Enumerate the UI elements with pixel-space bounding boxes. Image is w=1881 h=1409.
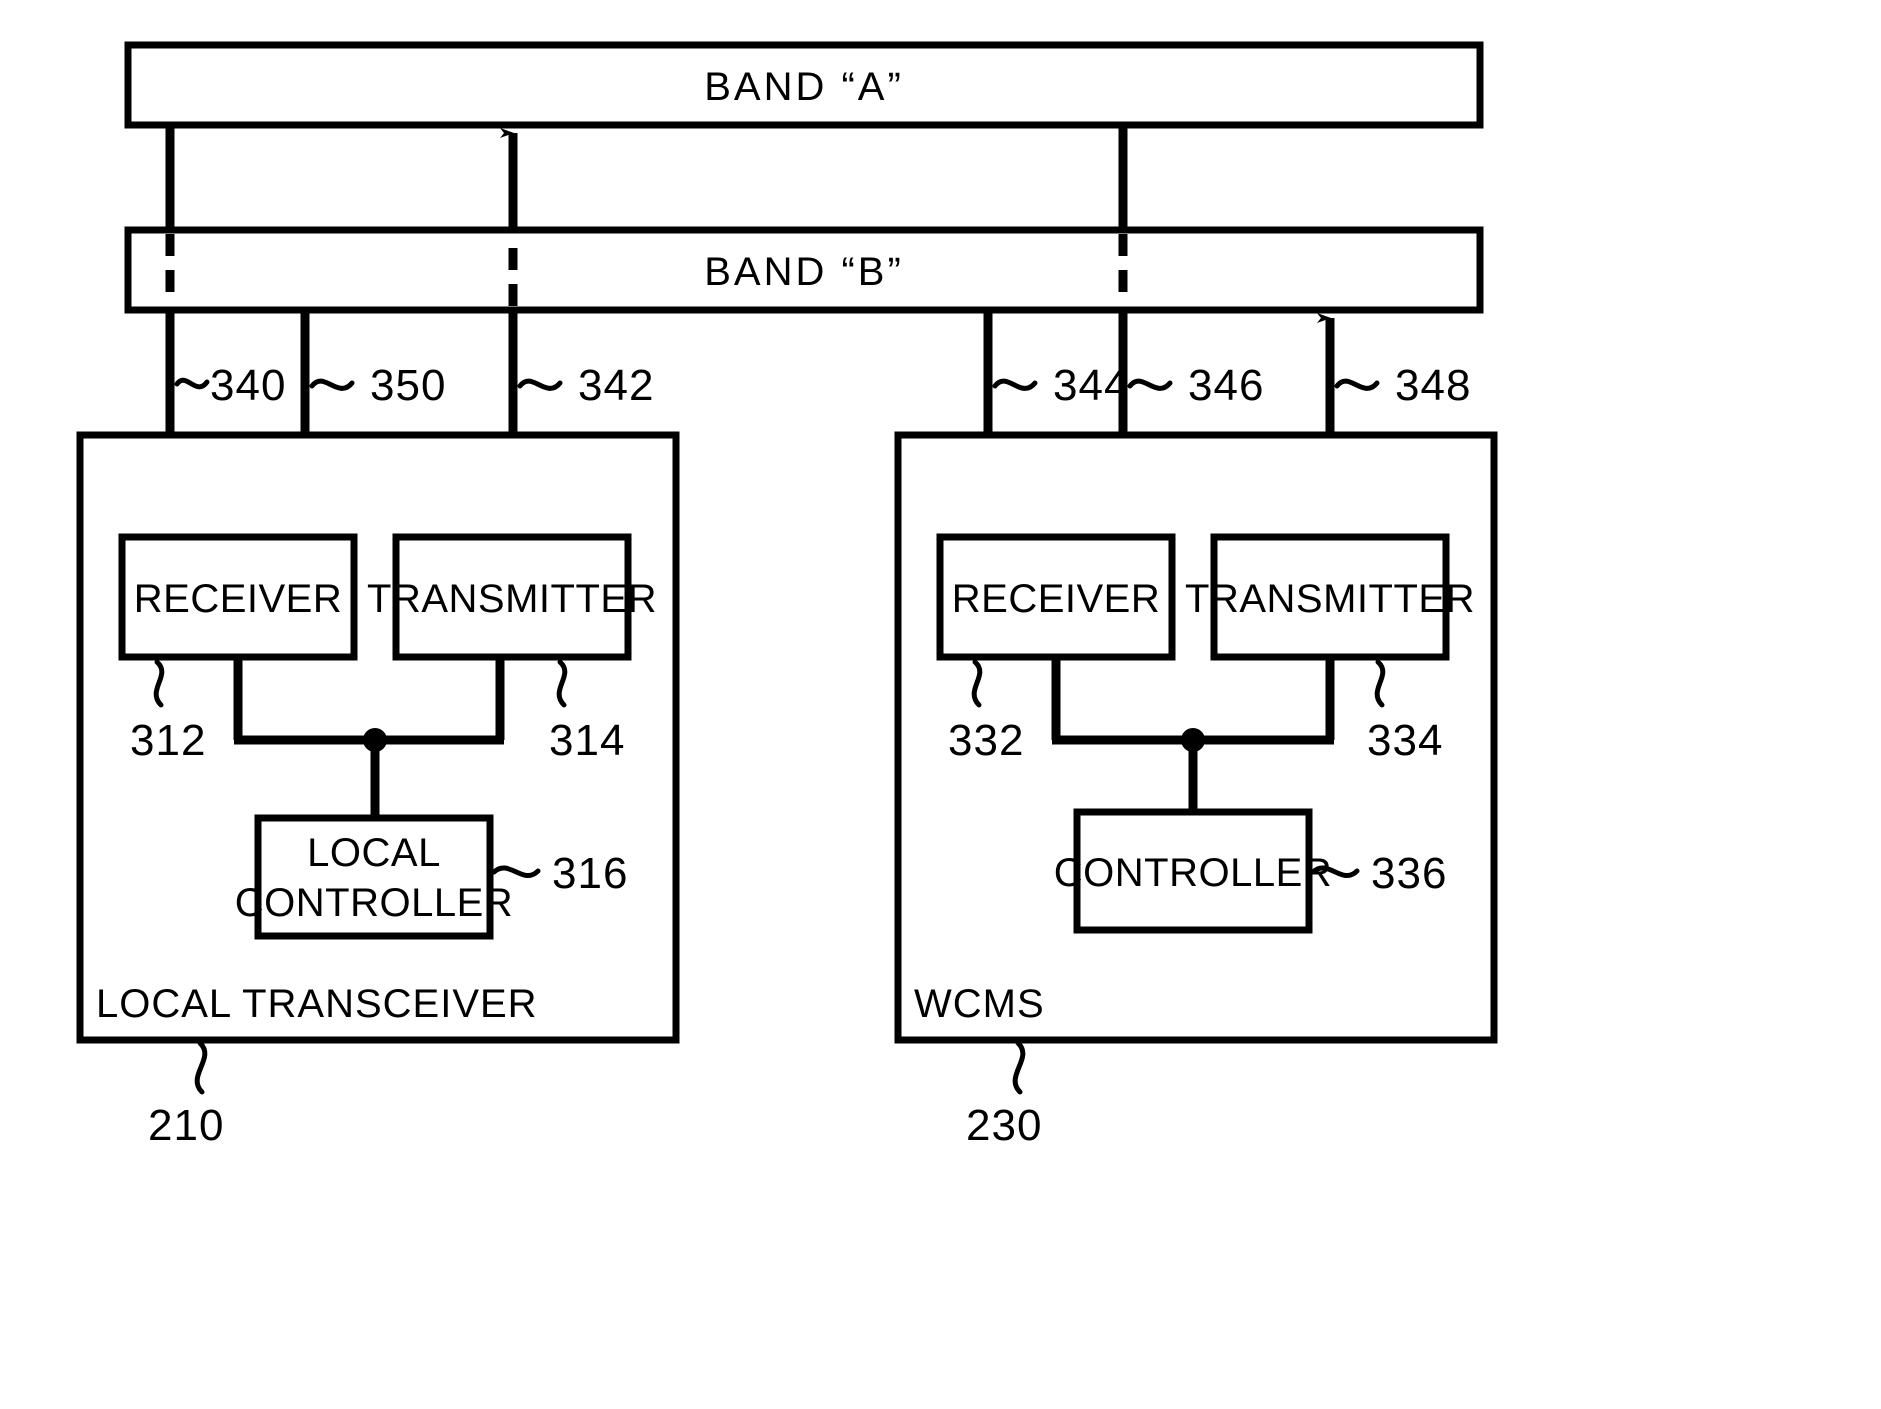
band-b-bar: BAND “B” xyxy=(124,226,1484,314)
ref-346: 346 xyxy=(1188,361,1264,410)
ref-336: 336 xyxy=(1371,849,1447,898)
left-transmitter-block: TRANSMITTER xyxy=(367,533,657,661)
ref-314: 314 xyxy=(549,716,625,765)
diagram-canvas: BAND “A” BAND “B” 340 350 342 344 346 34… xyxy=(0,0,1881,1409)
left-controller-label-line1: LOCAL xyxy=(307,831,441,875)
patent-figure: BAND “A” BAND “B” 340 350 342 344 346 34… xyxy=(76,41,1498,1150)
ref-316: 316 xyxy=(552,849,628,898)
left-controller-block: LOCAL CONTROLLER xyxy=(235,814,513,940)
left-receiver-block: RECEIVER xyxy=(118,533,358,661)
left-transmitter-label: TRANSMITTER xyxy=(367,577,657,621)
right-controller-label: CONTROLLER xyxy=(1054,851,1332,895)
right-receiver-label: RECEIVER xyxy=(952,577,1161,621)
ref-334: 334 xyxy=(1367,716,1443,765)
ref-348: 348 xyxy=(1395,361,1471,410)
right-transmitter-label: TRANSMITTER xyxy=(1185,577,1475,621)
ref-350: 350 xyxy=(370,361,446,410)
ref-340: 340 xyxy=(210,361,286,410)
ref-332: 332 xyxy=(948,716,1024,765)
band-b-label: BAND “B” xyxy=(704,250,904,294)
right-junction-dot xyxy=(1181,728,1205,752)
local-transceiver-label: LOCAL TRANSCEIVER xyxy=(96,982,538,1026)
left-receiver-label: RECEIVER xyxy=(134,577,343,621)
local-transceiver-ref: 210 xyxy=(148,1040,224,1150)
right-transmitter-block: TRANSMITTER xyxy=(1185,533,1475,661)
wcms-ref: 230 xyxy=(966,1040,1042,1150)
ref-342: 342 xyxy=(578,361,654,410)
ref-312: 312 xyxy=(130,716,206,765)
ref-230: 230 xyxy=(966,1101,1042,1150)
band-a-label: BAND “A” xyxy=(704,65,904,109)
wcms-unit: RECEIVER TRANSMITTER 332 334 CONTROLLER … xyxy=(894,431,1498,1150)
wcms-label: WCMS xyxy=(914,982,1045,1026)
right-controller-block: CONTROLLER xyxy=(1054,808,1332,934)
left-controller-label-line2: CONTROLLER xyxy=(235,881,513,925)
left-junction-dot xyxy=(363,728,387,752)
right-receiver-block: RECEIVER xyxy=(936,533,1176,661)
ref-344: 344 xyxy=(1053,361,1129,410)
local-transceiver-unit: RECEIVER TRANSMITTER 312 314 LOCAL CONTR… xyxy=(76,431,680,1150)
ref-210: 210 xyxy=(148,1101,224,1150)
band-a-bar: BAND “A” xyxy=(124,41,1484,129)
